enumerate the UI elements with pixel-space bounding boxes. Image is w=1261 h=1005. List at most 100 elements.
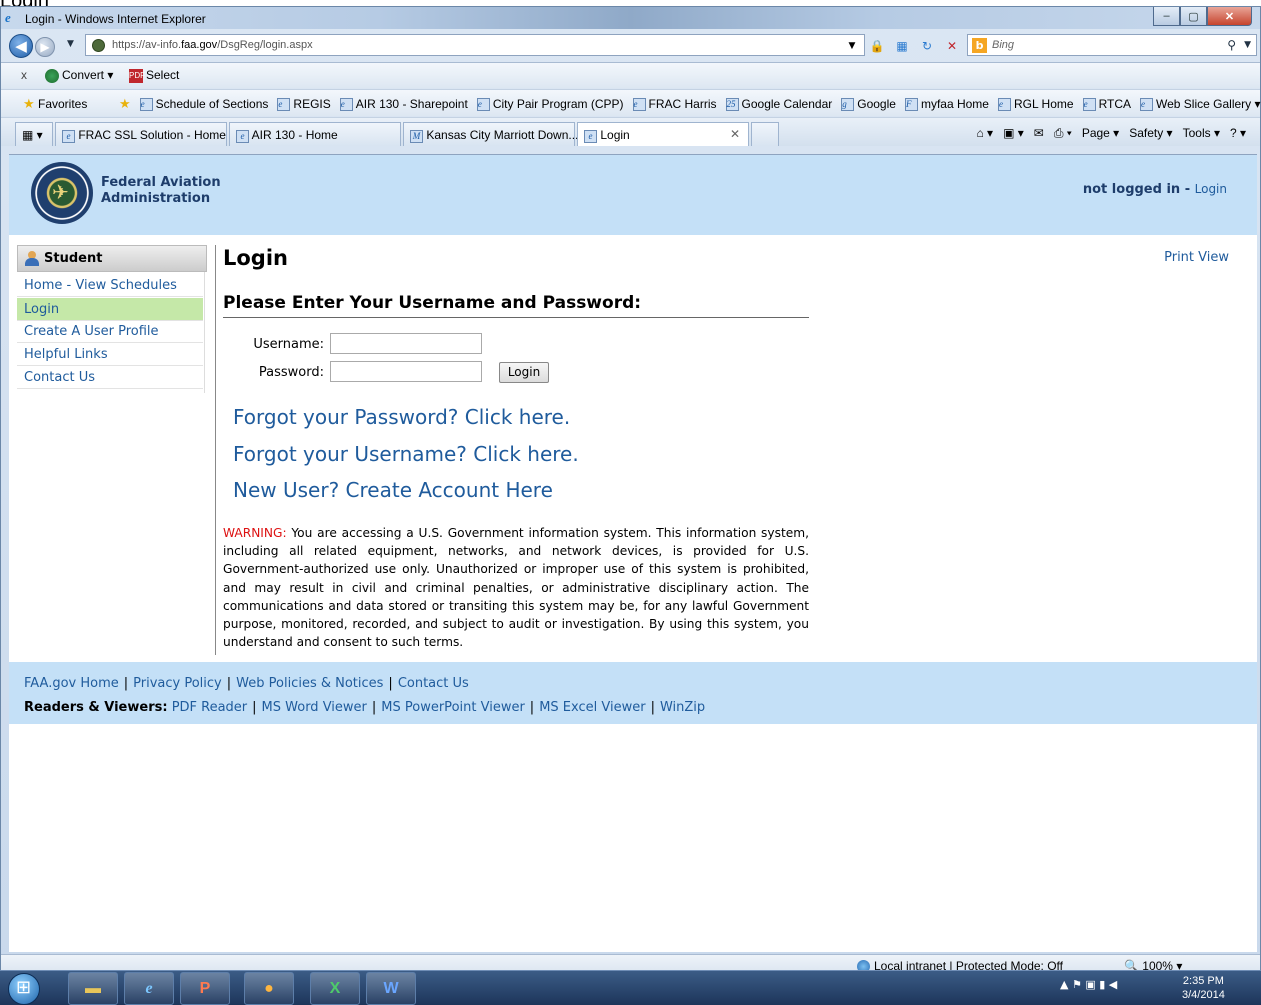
system-tray[interactable]: ▲ ⚑ ▣ ▮ ◀ xyxy=(1060,978,1117,991)
login-button[interactable]: Login xyxy=(499,362,549,383)
favorite-item[interactable]: e City Pair Program (CPP) xyxy=(476,96,624,112)
readers-viewers: Readers & Viewers: PDF Reader | MS Word Vi… xyxy=(24,700,706,715)
faa-logo[interactable] xyxy=(31,162,93,224)
tab-login[interactable]: e Login ✕ xyxy=(577,122,749,146)
page-icon: e xyxy=(339,97,353,111)
maximize-button[interactable]: ▢ xyxy=(1180,7,1207,26)
reader-link-pdf[interactable]: PDF Reader xyxy=(172,700,247,715)
lock-icon[interactable]: 🔒 xyxy=(868,37,886,55)
favorite-item[interactable]: Fmyfaa Home xyxy=(904,96,989,112)
reader-link-powerpoint[interactable]: MS PowerPoint Viewer xyxy=(381,700,525,715)
sidebar-item-create-profile[interactable]: Create A User Profile xyxy=(17,320,203,343)
bing-icon: b xyxy=(972,38,987,53)
footer-link-web-policies[interactable]: Web Policies & Notices xyxy=(236,676,383,691)
convert-toolbar: x Convert ▾ PDFSelect xyxy=(1,62,1260,88)
page-icon: e xyxy=(236,130,249,143)
address-bar: ◀ ▶ ▼ https://av-info.faa.gov/DsgReg/log… xyxy=(1,31,1260,59)
new-tab-button[interactable] xyxy=(751,122,779,146)
username-input[interactable] xyxy=(330,333,482,354)
search-icon[interactable]: ⚲ xyxy=(1227,38,1236,52)
feeds-icon[interactable]: ▣ ▾ xyxy=(1003,126,1024,141)
page-icon: e xyxy=(62,130,75,143)
window-controls: – ▢ ✕ xyxy=(1153,7,1252,26)
sidebar-item-contact[interactable]: Contact Us xyxy=(17,366,203,389)
tab-marriott[interactable]: M Kansas City Marriott Down... xyxy=(403,122,578,146)
print-view-link[interactable]: Print View xyxy=(1164,250,1229,265)
back-button[interactable]: ◀ xyxy=(9,34,33,58)
compat-view-icon[interactable]: ▦ xyxy=(893,37,911,55)
window-title: Login - Windows Internet Explorer xyxy=(25,12,206,26)
close-tab-icon[interactable]: ✕ xyxy=(730,127,740,141)
excel-taskbar-icon[interactable]: X xyxy=(310,972,360,1005)
org-name[interactable]: Federal Aviation Administration xyxy=(101,175,221,207)
site-favicon-icon xyxy=(92,39,105,52)
explorer-taskbar-icon[interactable]: ▬ xyxy=(68,972,118,1005)
mail-icon[interactable]: ✉ xyxy=(1034,126,1044,141)
forgot-username-link[interactable]: Forgot your Username? Click here. xyxy=(233,442,579,466)
convert-button[interactable]: Convert ▾ xyxy=(45,68,113,83)
favorite-item[interactable]: ★ xyxy=(119,96,131,112)
minimize-button[interactable]: – xyxy=(1153,7,1180,26)
favorite-item[interactable]: e Schedule of Sections xyxy=(139,96,268,112)
command-bar: ⌂ ▾ ▣ ▾ ✉ ⎙ ▾ Page ▾ Safety ▾ Tools ▾ ? … xyxy=(976,126,1246,141)
history-dropdown-icon[interactable]: ▼ xyxy=(67,39,74,49)
marriott-icon: M xyxy=(410,130,423,143)
tab-frac-ssl[interactable]: e FRAC SSL Solution - Home xyxy=(55,122,227,146)
favorite-item[interactable]: g Google xyxy=(841,96,896,112)
home-icon[interactable]: ⌂ ▾ xyxy=(976,126,993,141)
favorites-bar: ★ Favorites ★ e Schedule of Sections e REG… xyxy=(1,89,1261,116)
favorite-item[interactable]: e AIR 130 - Sharepoint xyxy=(339,96,468,112)
help-icon[interactable]: ? ▾ xyxy=(1230,126,1246,141)
form-heading: Please Enter Your Username and Password: xyxy=(223,293,809,318)
header-login-link[interactable]: Login xyxy=(1195,182,1227,196)
reader-link-excel[interactable]: MS Excel Viewer xyxy=(539,700,645,715)
page-icon: e xyxy=(1082,97,1096,111)
favorite-item[interactable]: e RTCA xyxy=(1082,96,1131,112)
calendar-icon: 25 xyxy=(725,97,739,111)
start-button[interactable] xyxy=(8,973,40,1005)
favorite-item[interactable]: e FRAC Harris xyxy=(632,96,717,112)
favorite-item[interactable]: e RGL Home xyxy=(997,96,1074,112)
forgot-password-link[interactable]: Forgot your Password? Click here. xyxy=(233,405,570,429)
sidebar-item-login[interactable]: Login xyxy=(17,298,203,321)
favorites-button[interactable]: ★ Favorites xyxy=(23,96,87,112)
google-icon: g xyxy=(841,97,855,111)
page-menu[interactable]: Page ▾ xyxy=(1082,126,1119,141)
stop-icon[interactable]: ✕ xyxy=(943,37,961,55)
close-window-button[interactable]: ✕ xyxy=(1207,7,1252,26)
add-favorite-icon: ★ xyxy=(119,96,131,111)
clock[interactable]: 2:35 PM 3/4/2014 xyxy=(1182,974,1225,1002)
refresh-icon[interactable]: ↻ xyxy=(918,37,936,55)
tab-air130[interactable]: e AIR 130 - Home xyxy=(229,122,401,146)
app-taskbar-icon[interactable]: ● xyxy=(244,972,294,1005)
browser-window: e Login - Windows Internet Explorer – ▢ … xyxy=(0,6,1261,976)
safety-menu[interactable]: Safety ▾ xyxy=(1129,126,1172,141)
sidebar-item-helpful-links[interactable]: Helpful Links xyxy=(17,343,203,366)
sidebar-heading: Student xyxy=(17,245,207,272)
search-field[interactable]: b Bing ⚲ ▼ xyxy=(967,34,1257,56)
forward-button[interactable]: ▶ xyxy=(35,37,55,57)
favorite-item[interactable]: e Web Slice Gallery ▾ xyxy=(1140,96,1261,112)
favorite-item[interactable]: 25 Google Calendar xyxy=(725,96,832,112)
reader-link-winzip[interactable]: WinZip xyxy=(660,700,705,715)
url-dropdown-icon[interactable]: ▼ xyxy=(843,37,861,55)
url-field[interactable]: https://av-info.faa.gov/DsgReg/login.asp… xyxy=(85,34,865,56)
site-footer: FAA.gov Home | Privacy Policy | Web Policies… xyxy=(9,662,1257,724)
footer-link-contact[interactable]: Contact Us xyxy=(398,676,469,691)
powerpoint-taskbar-icon[interactable]: P xyxy=(180,972,230,1005)
password-input[interactable] xyxy=(330,361,482,382)
tools-menu[interactable]: Tools ▾ xyxy=(1183,126,1220,141)
reader-link-word[interactable]: MS Word Viewer xyxy=(262,700,367,715)
footer-link-privacy[interactable]: Privacy Policy xyxy=(133,676,222,691)
select-button[interactable]: PDFSelect xyxy=(129,68,179,83)
search-options-icon[interactable]: ▼ xyxy=(1244,40,1251,50)
create-account-link[interactable]: New User? Create Account Here xyxy=(233,478,553,502)
favorite-item[interactable]: e REGIS xyxy=(277,96,331,112)
ie-taskbar-icon[interactable]: e xyxy=(124,972,174,1005)
quick-tabs-button[interactable]: ▦ ▾ xyxy=(15,122,53,146)
print-icon[interactable]: ⎙ ▾ xyxy=(1054,126,1072,141)
sidebar-item-home[interactable]: Home - View Schedules xyxy=(17,274,203,297)
close-toolbar-button[interactable]: x xyxy=(21,68,27,82)
footer-link-faa-home[interactable]: FAA.gov Home xyxy=(24,676,119,691)
word-taskbar-icon[interactable]: W xyxy=(366,972,416,1005)
